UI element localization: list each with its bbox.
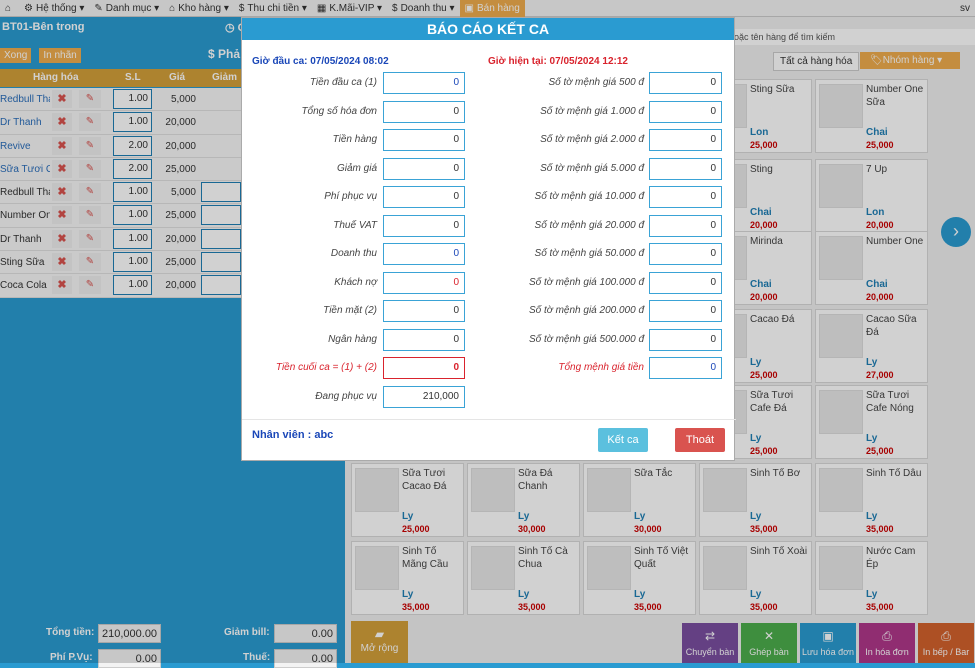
denomination-input[interactable]: 0: [649, 328, 722, 351]
denomination-label: Số tờ mệnh giá 500 đ: [548, 77, 644, 88]
denomination-input[interactable]: 0: [649, 243, 722, 265]
denomination-label: Số tờ mệnh giá 5.000 đ: [540, 162, 644, 174]
current-time: Giờ hiện tại: 07/05/2024 12:12: [488, 56, 628, 67]
denomination-label: Số tờ mệnh giá 10.000 đ: [534, 191, 644, 202]
field-input[interactable]: 0: [383, 214, 465, 237]
field-label: Tiền mặt (2): [323, 305, 377, 316]
field-label: Tiền cuối ca = (1) + (2): [275, 362, 377, 373]
denomination-input[interactable]: 0: [649, 157, 722, 180]
denomination-input[interactable]: 0: [649, 100, 722, 123]
field-input[interactable]: 0: [383, 72, 465, 94]
field-input[interactable]: 0: [383, 328, 465, 351]
denomination-input[interactable]: 0: [649, 72, 722, 94]
field-input[interactable]: 0: [383, 157, 465, 180]
field-label: Đang phục vụ: [315, 390, 377, 402]
denomination-label: Số tờ mệnh giá 500.000 đ: [528, 333, 644, 345]
denomination-input[interactable]: 0: [649, 186, 722, 208]
field-input[interactable]: 0: [383, 271, 465, 294]
denomination-label: Số tờ mệnh giá 200.000 đ: [528, 305, 644, 316]
field-input[interactable]: 0: [383, 300, 465, 322]
shift-start-time: Giờ đầu ca: 07/05/2024 08:02: [252, 56, 389, 67]
employee-label: Nhân viên : abc: [252, 429, 334, 441]
denomination-input[interactable]: 0: [649, 357, 722, 379]
modal-divider: [242, 419, 736, 420]
denomination-input[interactable]: 0: [649, 129, 722, 151]
field-label: Giảm giá: [336, 162, 377, 174]
field-input[interactable]: 0: [383, 357, 465, 379]
field-label: Thuế VAT: [333, 219, 377, 231]
field-label: Tổng số hóa đơn: [301, 105, 377, 117]
shift-report-modal: BÁO CÁO KẾT CA Giờ đầu ca: 07/05/2024 08…: [241, 17, 736, 461]
exit-button[interactable]: Thoát: [675, 428, 725, 452]
field-input[interactable]: 0: [383, 243, 465, 265]
field-label: Ngân hàng: [328, 333, 377, 345]
denomination-label: Số tờ mệnh giá 100.000 đ: [528, 276, 644, 288]
field-label: Phí phục vụ: [324, 191, 377, 202]
denomination-label: Số tờ mệnh giá 20.000 đ: [534, 219, 644, 231]
denomination-label: Số tờ mệnh giá 2.000 đ: [540, 134, 644, 145]
close-shift-button[interactable]: Kết ca: [598, 428, 648, 452]
field-label: Khách nợ: [334, 276, 377, 288]
field-input[interactable]: 0: [383, 186, 465, 208]
field-label: Doanh thu: [330, 248, 377, 259]
denomination-input[interactable]: 0: [649, 300, 722, 322]
denomination-input[interactable]: 0: [649, 214, 722, 237]
modal-title: BÁO CÁO KẾT CA: [242, 18, 734, 40]
field-input[interactable]: 0: [383, 129, 465, 151]
field-input[interactable]: 0: [383, 100, 465, 123]
field-input[interactable]: 210,000: [383, 385, 465, 408]
field-label: Tiền hàng: [332, 134, 377, 145]
denomination-input[interactable]: 0: [649, 271, 722, 294]
denomination-label: Số tờ mệnh giá 50.000 đ: [534, 248, 644, 259]
field-label: Tiền đầu ca (1): [309, 77, 377, 88]
denomination-label: Tổng mệnh giá tiền: [558, 362, 644, 373]
denomination-label: Số tờ mệnh giá 1.000 đ: [540, 105, 644, 117]
